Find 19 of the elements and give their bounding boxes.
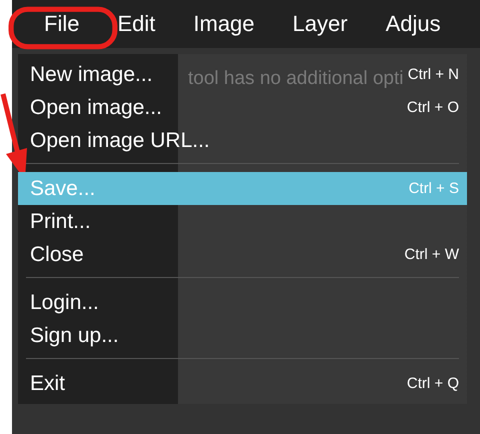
menu-title[interactable]: File [44, 11, 80, 37]
menu-title[interactable]: Layer [292, 11, 348, 37]
menu-item[interactable]: Close [30, 242, 84, 266]
menu-item[interactable]: Sign up... [30, 324, 119, 348]
shortcut-text: Ctrl + O [406, 99, 459, 116]
menu-title[interactable]: Edit [117, 11, 156, 37]
menu-item[interactable]: Open image URL... [30, 128, 210, 152]
menu-item[interactable]: Exit [30, 372, 66, 396]
options-text: tool has no additional opti [188, 68, 404, 90]
shortcut-text: Ctrl + Q [406, 375, 459, 392]
menu-item[interactable]: New image... [30, 62, 153, 86]
menu-item[interactable]: Open image... [30, 96, 162, 120]
shortcut-text: Ctrl + S [408, 180, 459, 197]
menu-title[interactable]: Adjus [386, 11, 441, 37]
shortcut-text: Ctrl + N [408, 66, 459, 83]
menu-title[interactable]: Image [193, 11, 255, 37]
menu-item[interactable]: Print... [30, 210, 91, 234]
menu-item[interactable]: Login... [30, 290, 99, 314]
shortcut-text: Ctrl + W [404, 246, 459, 263]
